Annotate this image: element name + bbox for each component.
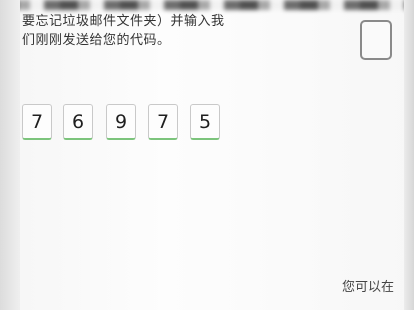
code-digit-4[interactable]: 7 [148, 104, 178, 140]
verification-screen: 要忘记垃圾邮件文件夹）并输入我 们刚刚发送给您的代码。 7 6 9 7 5 您可… [0, 0, 414, 310]
footer-hint-text: 您可以在 [342, 280, 395, 295]
code-digit-3[interactable]: 9 [106, 104, 136, 140]
instruction-line-1: 要忘记垃圾邮件文件夹）并输入我 [22, 14, 225, 29]
instruction-text: 要忘记垃圾邮件文件夹）并输入我 们刚刚发送给您的代码。 [22, 12, 262, 50]
code-digit-1[interactable]: 7 [22, 104, 52, 140]
left-edge-shadow [0, 0, 20, 310]
right-edge-shadow [404, 0, 414, 310]
code-digit-5[interactable]: 5 [190, 104, 220, 140]
checkbox[interactable] [360, 20, 392, 60]
instruction-line-2: 们刚刚发送给您的代码。 [22, 33, 171, 48]
code-digit-2[interactable]: 6 [63, 104, 93, 140]
blurred-status-bar [0, 0, 414, 10]
